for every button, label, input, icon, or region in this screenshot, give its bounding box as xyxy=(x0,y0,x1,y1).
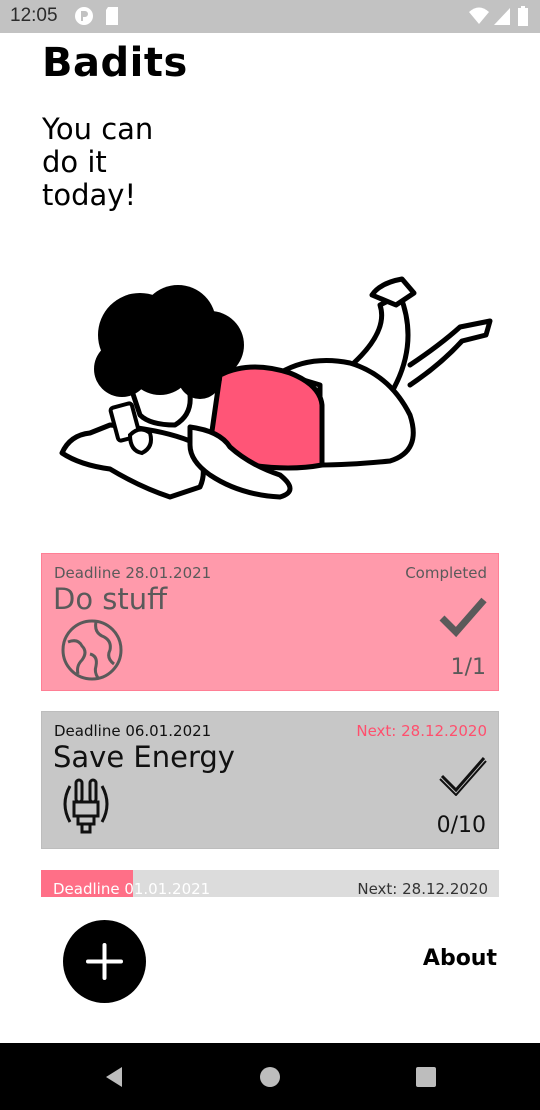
about-link[interactable]: About xyxy=(423,946,497,971)
add-habit-button[interactable] xyxy=(63,920,146,1003)
motto-text: You can do it today! xyxy=(42,113,242,212)
system-nav-bar xyxy=(0,1043,540,1110)
app-notification-icon xyxy=(75,7,93,25)
check-icon xyxy=(439,757,487,796)
globe-icon xyxy=(61,619,123,681)
motto-line: today! xyxy=(42,178,137,212)
card-deadline: Deadline 01.01.2021 xyxy=(53,880,211,897)
status-time: 12:05 xyxy=(10,5,58,26)
habit-card-partial[interactable]: Deadline 01.01.2021 Next: 28.12.2020 xyxy=(41,870,499,897)
check-icon xyxy=(439,597,487,638)
habit-card-do-stuff[interactable]: Deadline 28.01.2021 Completed Do stuff 1… xyxy=(41,553,499,691)
motto-line: do it xyxy=(42,145,107,179)
recents-icon[interactable] xyxy=(414,1065,438,1089)
motto-line: You can xyxy=(42,112,154,146)
card-deadline: Deadline 28.01.2021 xyxy=(54,564,212,582)
wifi-icon xyxy=(469,7,489,24)
light-bulb-icon xyxy=(63,778,109,834)
card-progress-count: 0/10 xyxy=(436,813,486,838)
card-deadline: Deadline 06.01.2021 xyxy=(54,722,212,740)
app-title: Badits xyxy=(42,40,188,86)
back-icon[interactable] xyxy=(102,1065,126,1089)
home-icon[interactable] xyxy=(258,1065,282,1089)
card-title: Save Energy xyxy=(53,740,235,774)
signal-icon xyxy=(494,8,510,25)
card-next-date: Next: 28.12.2020 xyxy=(357,880,488,897)
person-reading-phone-illustration xyxy=(59,276,493,500)
plus-icon xyxy=(86,943,123,980)
sd-card-icon xyxy=(106,7,118,25)
card-progress-count: 1/1 xyxy=(450,655,486,680)
card-title: Do stuff xyxy=(53,582,168,616)
status-bar: 12:05 xyxy=(0,0,540,33)
battery-icon xyxy=(518,6,528,26)
card-status: Completed xyxy=(405,564,487,582)
card-next-date: Next: 28.12.2020 xyxy=(356,722,487,740)
habit-card-save-energy[interactable]: Deadline 06.01.2021 Next: 28.12.2020 Sav… xyxy=(41,711,499,849)
